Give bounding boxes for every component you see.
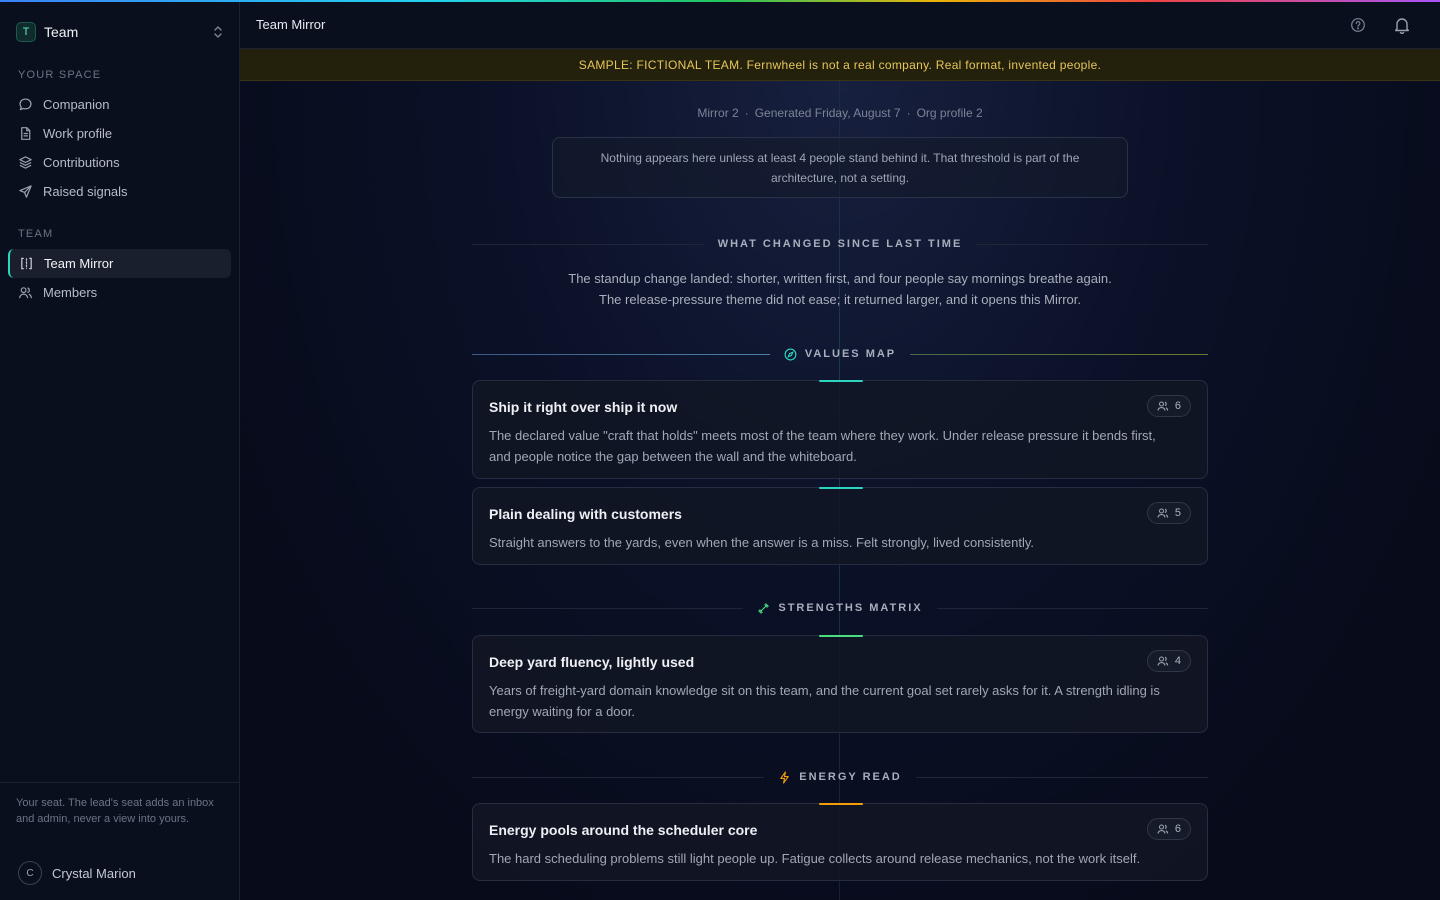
user-profile[interactable]: C Crystal Marion	[18, 861, 136, 885]
lightning-icon	[780, 770, 790, 784]
dumbbell-icon	[758, 602, 770, 614]
compass-icon	[784, 348, 797, 360]
card-body: Straight answers to the yards, even when…	[489, 535, 1035, 550]
what-changed-text: The standup change landed: shorter, writ…	[472, 268, 1208, 310]
threshold-note: Nothing appears here unless at least 4 p…	[552, 137, 1128, 198]
sidebar-item-raised-signals[interactable]: Raised signals	[8, 177, 231, 206]
bell-icon[interactable]	[1392, 15, 1412, 35]
sidebar-item-label: Members	[43, 285, 98, 300]
card-title: Deep yard fluency, lightly used	[489, 654, 695, 670]
people-count-badge: 4	[1146, 650, 1191, 672]
top-gradient-bar	[0, 0, 1440, 2]
sidebar: T Team YOUR SPACE Companion Work profile…	[0, 2, 240, 900]
help-icon[interactable]	[1350, 17, 1366, 33]
sidebar-item-label: Companion	[43, 97, 110, 112]
card-body: Years of freight-yard domain knowledge s…	[489, 683, 1160, 719]
sidebar-item-contributions[interactable]: Contributions	[8, 148, 231, 177]
top-bar: Team Mirror	[240, 2, 1440, 49]
strength-card[interactable]: Deep yard fluency, lightly used 4 Years …	[472, 635, 1208, 733]
card-title: Plain dealing with customers	[489, 506, 682, 522]
card-body: The declared value "craft that holds" me…	[489, 428, 1156, 464]
user-name: Crystal Marion	[52, 865, 136, 881]
main-content: Mirror 2 · Generated Friday, August 7 · Org …	[240, 81, 1440, 900]
what-changed-line-1: The standup change landed: shorter, writ…	[568, 271, 1112, 286]
sidebar-item-label: Team Mirror	[44, 256, 114, 271]
team-heading: TEAM	[18, 228, 54, 240]
what-changed-line-2: The release-pressure theme did not ease;…	[599, 292, 1081, 307]
sidebar-item-companion[interactable]: Companion	[8, 90, 231, 119]
team-switcher[interactable]: T Team	[16, 20, 226, 44]
section-label: ENERGY READ	[799, 771, 902, 783]
mirror-meta: Mirror 2 · Generated Friday, August 7 · Org …	[697, 106, 983, 120]
card-title: Energy pools around the scheduler core	[489, 822, 758, 838]
sidebar-item-team-mirror[interactable]: Team Mirror	[8, 249, 231, 278]
users-icon	[1157, 508, 1169, 518]
people-count-badge: 6	[1146, 818, 1191, 840]
mirror-number: Mirror 2	[697, 106, 739, 120]
people-count-badge: 6	[1146, 395, 1191, 417]
chevron-up-down-icon	[214, 26, 222, 38]
people-count-badge: 5	[1146, 502, 1191, 524]
users-icon	[19, 287, 32, 299]
document-icon	[21, 127, 31, 140]
sidebar-item-work-profile[interactable]: Work profile	[8, 119, 231, 148]
value-card[interactable]: Plain dealing with customers 5 Straight …	[472, 487, 1208, 565]
mirror-frame-icon	[21, 257, 32, 270]
sidebar-item-label: Work profile	[43, 126, 113, 141]
team-name: Team	[44, 24, 79, 40]
org-profile: Org profile 2	[916, 106, 983, 120]
value-card[interactable]: Ship it right over ship it now 6 The dec…	[472, 380, 1208, 479]
send-icon	[19, 185, 32, 198]
users-icon	[1157, 656, 1169, 666]
sidebar-footer: Your seat. The lead's seat adds an inbox…	[0, 782, 239, 900]
sidebar-item-label: Raised signals	[43, 184, 128, 199]
section-label: VALUES MAP	[804, 348, 897, 360]
page-title: Team Mirror	[256, 17, 326, 32]
sidebar-item-label: Contributions	[43, 155, 120, 170]
section-label: STRENGTHS MATRIX	[778, 602, 923, 614]
avatar: C	[18, 861, 42, 885]
sidebar-item-members[interactable]: Members	[8, 278, 231, 307]
team-avatar: T	[16, 22, 36, 42]
section-energy-read-header: ENERGY READ	[472, 767, 1209, 787]
layers-icon	[19, 156, 32, 169]
chat-bubble-icon	[19, 98, 32, 111]
card-body: The hard scheduling problems still light…	[489, 851, 1141, 866]
generated-date: Generated Friday, August 7	[754, 106, 901, 120]
sample-banner: SAMPLE: FICTIONAL TEAM. Fernwheel is not…	[240, 49, 1440, 81]
section-label: WHAT CHANGED SINCE LAST TIME	[717, 238, 963, 250]
users-icon	[1157, 824, 1169, 834]
seat-note: Your seat. The lead's seat adds an inbox…	[16, 797, 214, 825]
section-strengths-matrix-header: STRENGTHS MATRIX	[472, 598, 1208, 618]
users-icon	[1157, 401, 1169, 411]
card-title: Ship it right over ship it now	[489, 399, 678, 415]
your-space-heading: YOUR SPACE	[18, 69, 102, 81]
section-what-changed-header: WHAT CHANGED SINCE LAST TIME	[472, 234, 1208, 254]
energy-card[interactable]: Energy pools around the scheduler core 6…	[472, 803, 1208, 881]
section-values-map-header: VALUES MAP	[472, 344, 1208, 364]
